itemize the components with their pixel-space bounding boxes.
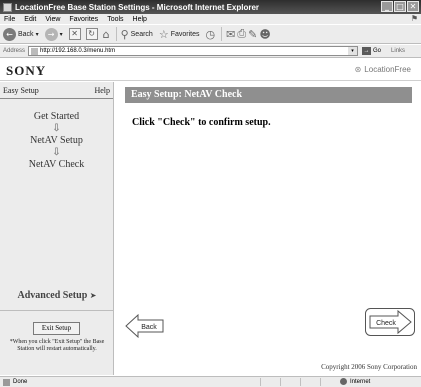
back-button-label: Back [141, 324, 157, 331]
down-arrow-icon: ⇩ [52, 123, 61, 134]
sidebar-divider [0, 310, 114, 311]
step-netav-setup: NetAV Setup [30, 135, 83, 146]
mail-icon[interactable]: ✉ [226, 28, 235, 41]
menu-favorites[interactable]: Favorites [69, 16, 98, 23]
status-cell [280, 378, 300, 386]
forward-nav-button[interactable]: → ▾ [44, 27, 63, 41]
brand-header: SONY ⊛ LocationFree [0, 59, 421, 81]
exit-note: *When you click "Exit Setup" the Base St… [9, 339, 105, 352]
locationfree-logo-text: LocationFree [364, 65, 411, 74]
menu-edit[interactable]: Edit [24, 16, 36, 23]
main-content: Easy Setup: NetAV Check Click "Check" to… [115, 82, 421, 375]
page-title: Easy Setup: NetAV Check [125, 87, 412, 103]
sidebar-header: Easy Setup Help [0, 82, 113, 99]
address-url: http://192.168.0.3/menu.htm [40, 48, 116, 54]
title-bar: LocationFree Base Station Settings - Mic… [0, 0, 421, 14]
zone-label: Internet [350, 378, 371, 385]
edit-icon[interactable]: ✎ [248, 28, 257, 41]
toolbar-separator [115, 27, 117, 41]
status-text: Done [13, 379, 28, 385]
page-icon [31, 47, 39, 55]
status-cell [260, 378, 280, 386]
status-cells [260, 378, 340, 386]
advanced-setup-label: Advanced Setup [17, 290, 88, 301]
down-arrow-icon: ⇩ [52, 147, 61, 158]
back-dropdown-icon: ▾ [35, 31, 39, 38]
menu-bar: File Edit View Favorites Tools Help ⚑ [0, 14, 421, 24]
menu-help[interactable]: Help [133, 16, 147, 23]
toolbar-separator-2 [221, 27, 223, 41]
search-label: Search [130, 30, 153, 38]
history-icon[interactable]: ◷ [206, 28, 216, 41]
copyright-text: Copyright 2006 Sony Corporation [321, 363, 417, 371]
refresh-icon[interactable]: ↻ [85, 28, 98, 40]
chevron-right-icon: ➤ [89, 291, 97, 300]
step-get-started: Get Started [33, 111, 80, 122]
forward-dropdown-icon: ▾ [59, 31, 63, 38]
back-arrow-icon: ← [3, 27, 16, 41]
status-bar: Done Internet [0, 376, 421, 387]
windows-flag-icon: ⚑ [410, 14, 418, 23]
favorites-label: Favorites [170, 30, 200, 38]
sidebar: Easy Setup Help Get Started ⇩ NetAV Setu… [0, 82, 114, 375]
globe-icon [340, 378, 347, 385]
back-nav-label: Back [18, 30, 34, 38]
search-icon: ⚲ [120, 27, 129, 41]
browser-toolbar: ← Back ▾ → ▾ ✕ ↻ ⌂ ⚲ Search ☆ Favorites … [0, 24, 421, 44]
go-arrow-icon: → [362, 47, 372, 55]
step-netav-check: NetAV Check [28, 159, 85, 170]
address-bar: Address http://192.168.0.3/menu.htm ▾ → … [0, 45, 421, 58]
locationfree-logo: ⊛ LocationFree [355, 65, 411, 74]
ie-app-icon [3, 2, 12, 12]
status-cell [320, 378, 340, 386]
maximize-button[interactable]: □ [394, 1, 406, 12]
sidebar-title: Easy Setup [3, 85, 39, 95]
stop-icon[interactable]: ✕ [68, 28, 81, 40]
star-icon: ☆ [158, 27, 169, 41]
security-zone: Internet [340, 378, 370, 385]
locationfree-mark-icon: ⊛ [354, 65, 362, 74]
close-button[interactable]: ✕ [407, 1, 419, 12]
help-link[interactable]: Help [94, 86, 110, 95]
status-cell [300, 378, 320, 386]
search-button[interactable]: ⚲ Search [121, 28, 153, 41]
advanced-setup-link[interactable]: Advanced Setup ➤ [0, 290, 114, 304]
address-label: Address [3, 48, 26, 54]
links-button[interactable]: Links [391, 48, 405, 54]
back-nav-button[interactable]: ← Back ▾ [3, 27, 39, 41]
check-button-label: Check [376, 320, 396, 327]
forward-arrow-icon: → [44, 27, 58, 41]
minimize-button[interactable]: _ [381, 1, 393, 12]
go-button[interactable]: → Go [362, 47, 381, 55]
favorites-button[interactable]: ☆ Favorites [159, 28, 200, 41]
menu-file[interactable]: File [4, 16, 15, 23]
window-controls: _ □ ✕ [381, 1, 419, 12]
address-dropdown-icon[interactable]: ▾ [348, 47, 358, 55]
home-icon[interactable]: ⌂ [103, 28, 110, 41]
print-icon[interactable]: ⎙ [237, 27, 246, 41]
address-input[interactable]: http://192.168.0.3/menu.htm ▾ [28, 46, 359, 56]
sony-logo: SONY [6, 63, 47, 78]
instruction-text: Click "Check" to confirm setup. [132, 117, 271, 128]
menu-tools[interactable]: Tools [107, 16, 123, 23]
exit-setup-button[interactable]: Exit Setup [33, 322, 80, 335]
back-button[interactable]: Back [125, 314, 165, 338]
setup-steps: Get Started ⇩ NetAV Setup ⇩ NetAV Check [0, 111, 113, 170]
window-title: LocationFree Base Station Settings - Mic… [15, 2, 260, 12]
messenger-icon[interactable]: ☻ [259, 28, 270, 41]
check-button[interactable]: Check [365, 308, 415, 336]
go-label: Go [373, 48, 382, 54]
menu-view[interactable]: View [45, 16, 60, 23]
page-done-icon [3, 378, 10, 386]
